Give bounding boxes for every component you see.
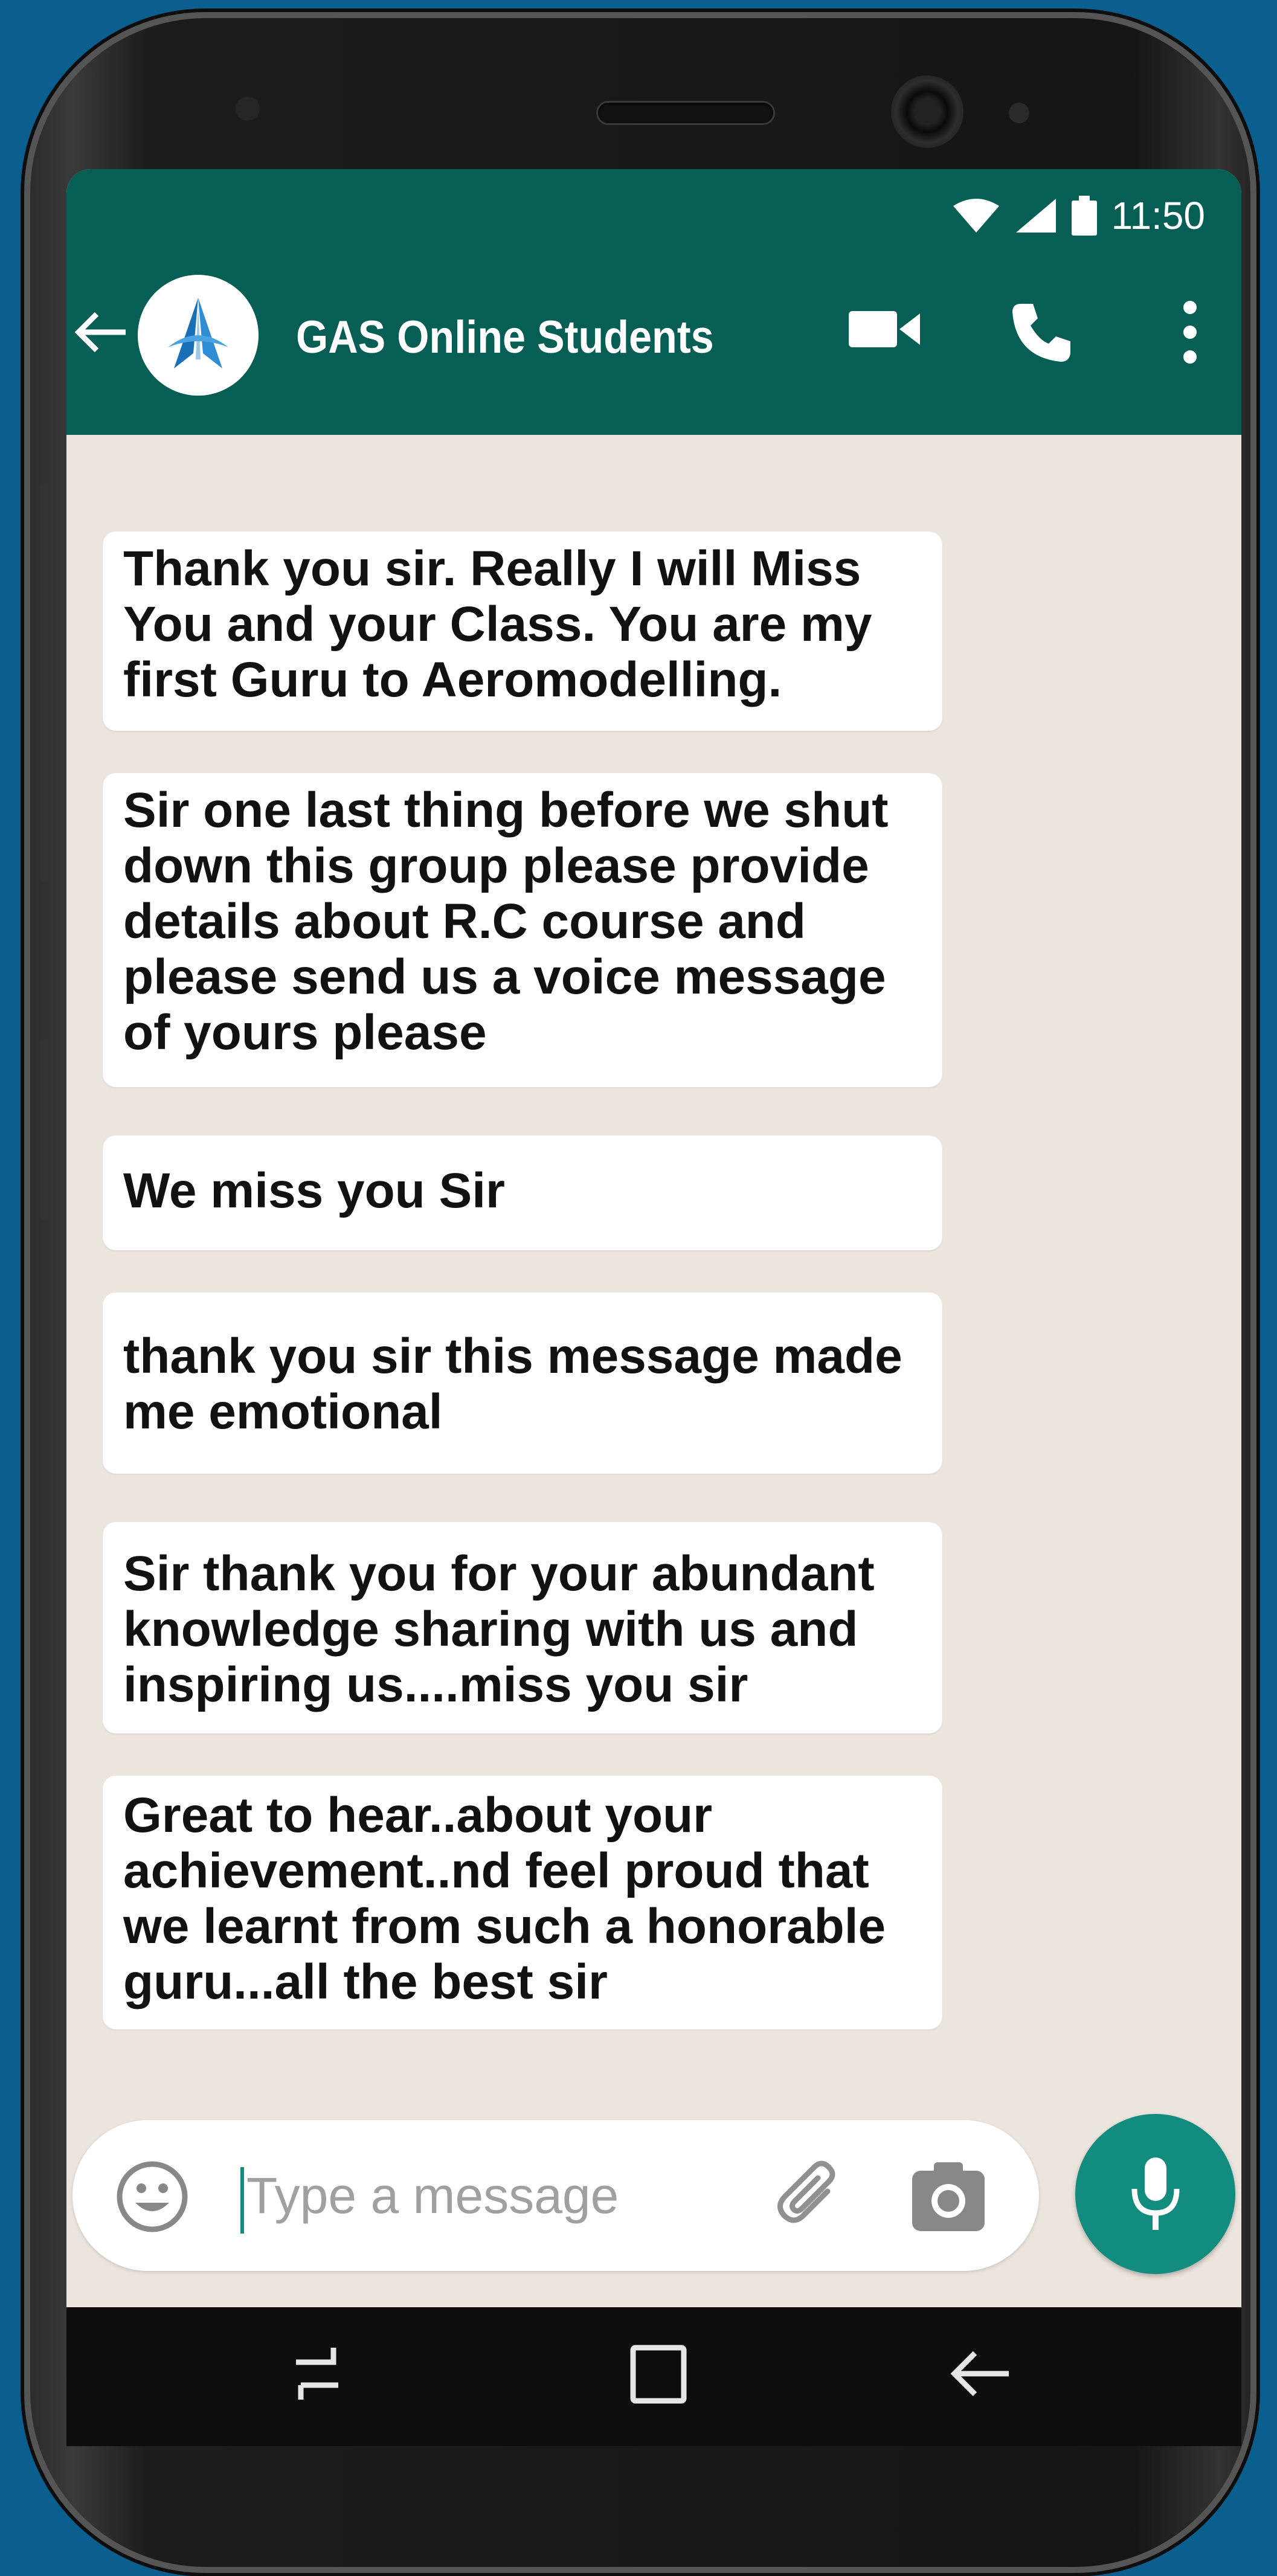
nav-back-icon[interactable] [948, 2343, 1015, 2404]
more-options-icon[interactable] [1178, 299, 1202, 365]
voice-record-button[interactable] [1075, 2114, 1235, 2274]
front-camera [891, 75, 963, 148]
earpiece-speaker [598, 103, 773, 123]
message-bubble[interactable]: Great to hear..about your achievement..n… [103, 1776, 942, 2029]
android-nav-bar [66, 2307, 1241, 2446]
wifi-icon [953, 199, 999, 233]
chat-header: GAS Online Students [66, 257, 1241, 435]
battery-icon [1071, 196, 1097, 236]
back-arrow-icon[interactable] [66, 299, 133, 365]
light-sensor [1009, 103, 1029, 123]
recent-apps-icon[interactable] [290, 2340, 344, 2407]
emoji-icon[interactable] [115, 2159, 190, 2235]
group-avatar[interactable] [138, 275, 259, 396]
message-input[interactable] [246, 2156, 790, 2235]
message-bubble[interactable]: thank you sir this message made me emoti… [103, 1293, 942, 1474]
video-call-icon[interactable] [849, 305, 921, 353]
camera-icon[interactable] [912, 2162, 985, 2232]
message-bubble[interactable]: Sir one last thing before we shut down t… [103, 773, 942, 1087]
message-composer [72, 2120, 1039, 2271]
group-name[interactable]: GAS Online Students [296, 311, 714, 364]
message-bubble[interactable]: Sir thank you for your abundant knowledg… [103, 1522, 942, 1733]
status-time: 11:50 [1111, 194, 1205, 237]
aircraft-logo-icon [168, 298, 228, 368]
message-bubble[interactable]: Thank you sir. Really I will Miss You an… [103, 532, 942, 731]
status-bar: 11:50 [66, 169, 1241, 257]
paperclip-icon[interactable] [767, 2156, 852, 2241]
text-cursor [240, 2167, 244, 2234]
proximity-sensor [236, 97, 260, 121]
phone-screen: 11:50 GAS Online Students Thank you sir.… [66, 169, 1241, 2398]
microphone-icon [1131, 2157, 1179, 2230]
power-button [40, 1039, 48, 1220]
signal-icon [1015, 199, 1056, 233]
home-icon[interactable] [628, 2340, 689, 2407]
message-bubble[interactable]: We miss you Sir [103, 1135, 942, 1250]
voice-call-icon[interactable] [1009, 299, 1075, 365]
message-list: Thank you sir. Really I will Miss You an… [66, 435, 1241, 2247]
volume-button [40, 483, 48, 882]
